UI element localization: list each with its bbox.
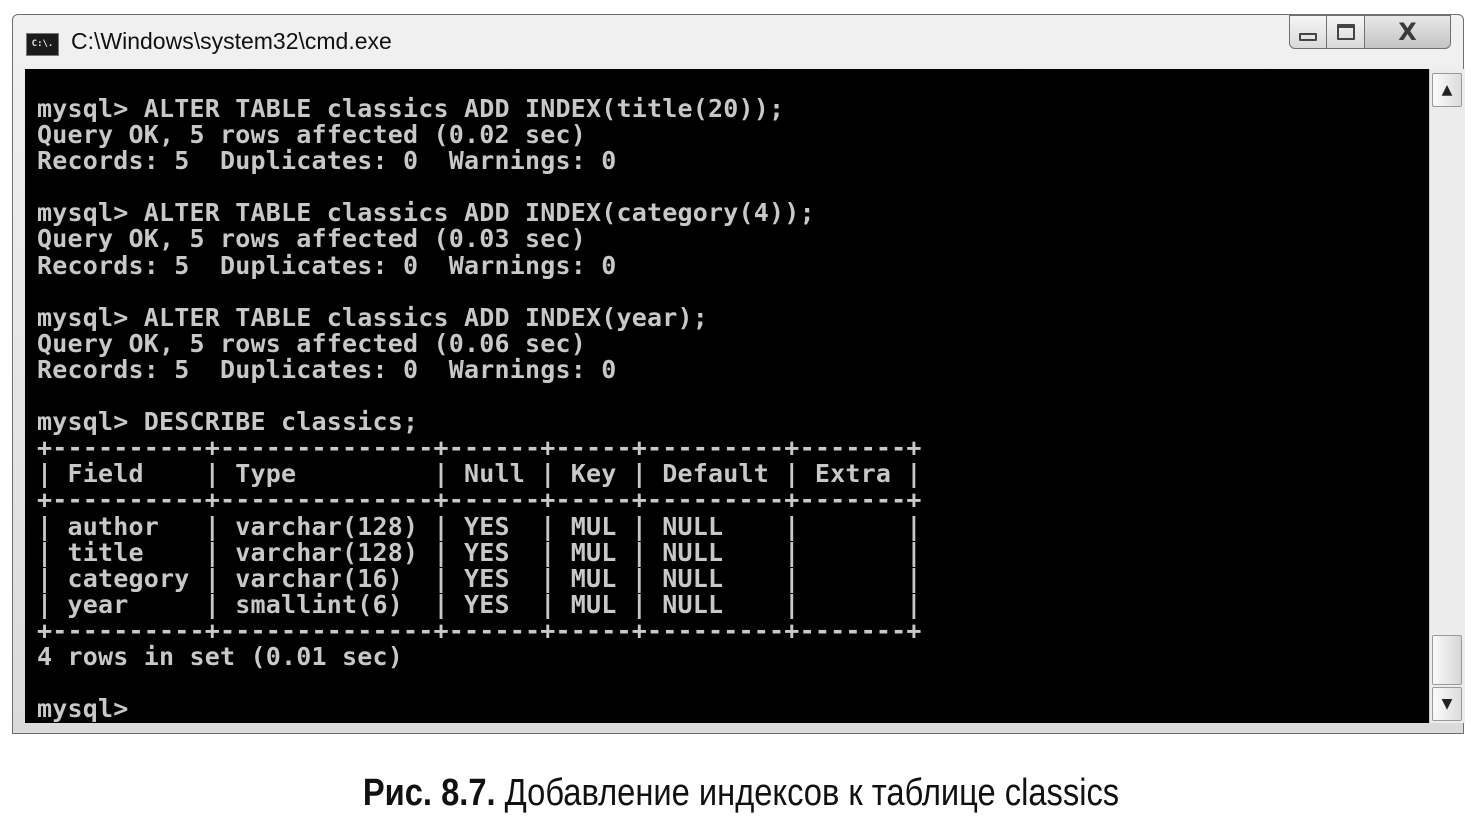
console-line: | title | varchar(128) | YES | MUL | NUL… bbox=[37, 537, 922, 567]
window-title: C:\Windows\system32\cmd.exe bbox=[71, 28, 392, 54]
maximize-icon bbox=[1336, 24, 1355, 40]
console-line: Records: 5 Duplicates: 0 Warnings: 0 bbox=[37, 354, 617, 384]
console-line: | Field | Type | Null | Key | Default | … bbox=[37, 459, 922, 489]
scrollbar-thumb[interactable] bbox=[1432, 635, 1462, 685]
scroll-down-button[interactable]: ▼ bbox=[1432, 687, 1462, 721]
console-line: +----------+--------------+------+-----+… bbox=[37, 433, 922, 463]
command-prompt-icon[interactable]: C:\. bbox=[26, 33, 59, 56]
console-line: | category | varchar(16) | YES | MUL | N… bbox=[37, 563, 922, 593]
close-icon: X bbox=[1398, 18, 1417, 46]
console-output[interactable]: mysql> ALTER TABLE classics ADD INDEX(ti… bbox=[25, 69, 1429, 723]
console-line: | year | smallint(6) | YES | MUL | NULL … bbox=[37, 589, 922, 619]
scroll-up-button[interactable]: ▲ bbox=[1432, 73, 1462, 107]
console-line: Records: 5 Duplicates: 0 Warnings: 0 bbox=[37, 146, 617, 176]
window-controls: X bbox=[1289, 15, 1451, 55]
console-line: Query OK, 5 rows affected (0.02 sec) bbox=[37, 120, 587, 150]
close-button[interactable]: X bbox=[1365, 15, 1451, 49]
minimize-icon bbox=[1299, 33, 1317, 41]
minimize-button[interactable] bbox=[1289, 15, 1327, 49]
console-line: mysql> DESCRIBE classics; bbox=[37, 407, 419, 437]
terminal-text: mysql> ALTER TABLE classics ADD INDEX(ti… bbox=[37, 94, 922, 723]
scroll-up-arrow-icon: ▲ bbox=[1441, 82, 1453, 98]
cmd-window: C:\. C:\Windows\system32\cmd.exe X mysql… bbox=[12, 14, 1465, 734]
maximize-button[interactable] bbox=[1327, 15, 1365, 49]
figure-caption: Рис. 8.7. Добавление индексов к таблице … bbox=[104, 772, 1379, 815]
console-line: Query OK, 5 rows affected (0.03 sec) bbox=[37, 224, 587, 254]
console-line: Records: 5 Duplicates: 0 Warnings: 0 bbox=[37, 250, 617, 280]
console-line: mysql> ALTER TABLE classics ADD INDEX(ca… bbox=[37, 198, 815, 228]
console-line: mysql> bbox=[37, 694, 129, 723]
console-line: 4 rows in set (0.01 sec) bbox=[37, 641, 404, 671]
console-line: | author | varchar(128) | YES | MUL | NU… bbox=[37, 511, 922, 541]
console-line: mysql> ALTER TABLE classics ADD INDEX(ye… bbox=[37, 302, 709, 332]
scroll-down-arrow-icon: ▼ bbox=[1441, 696, 1453, 712]
vertical-scrollbar[interactable]: ▲ ▼ bbox=[1429, 69, 1465, 723]
console-line: +----------+--------------+------+-----+… bbox=[37, 615, 922, 645]
figure-caption-label: Рис. 8.7. bbox=[362, 772, 496, 814]
title-bar[interactable]: C:\. C:\Windows\system32\cmd.exe X bbox=[13, 15, 1463, 69]
figure-caption-text: Добавление индексов к таблице classics bbox=[495, 772, 1120, 814]
console-line: +----------+--------------+------+-----+… bbox=[37, 485, 922, 515]
console-line: Query OK, 5 rows affected (0.06 sec) bbox=[37, 328, 587, 358]
console-line: mysql> ALTER TABLE classics ADD INDEX(ti… bbox=[37, 94, 785, 123]
